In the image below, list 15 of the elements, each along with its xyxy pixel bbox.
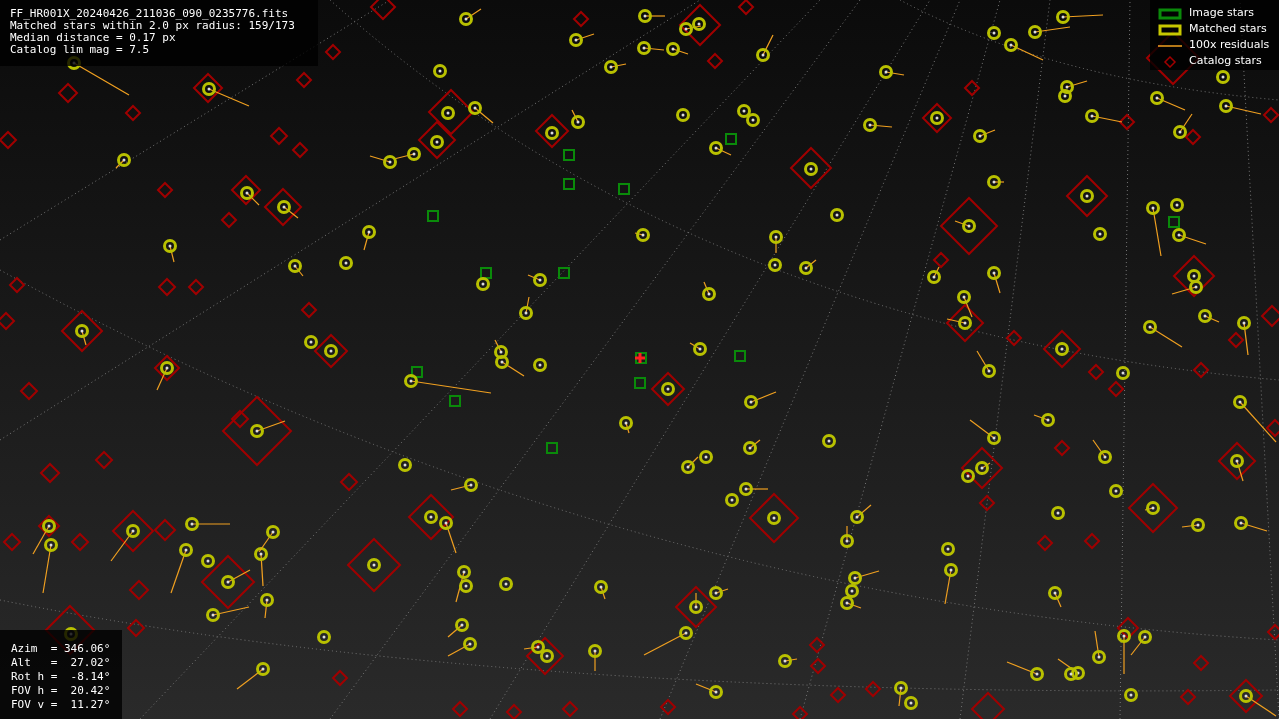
legend-label: Image stars: [1189, 5, 1254, 22]
info-text: Median distance = 0.17 px: [10, 32, 177, 44]
pointing-text: FOV v = 11.27°: [11, 698, 112, 712]
legend-label: Matched stars: [1189, 21, 1267, 38]
pointing-text: FOV h = 20.42°: [11, 684, 112, 698]
legend-label: 100x residuals: [1189, 37, 1270, 54]
pointing-text: Alt = 27.02°: [11, 656, 112, 670]
info-text: FF_HR001X_20240426_211036_090_0235776.fits: [10, 8, 290, 20]
pointing-text: Rot h = -8.14°: [11, 670, 112, 684]
matched-star-swatch-icon: [1158, 23, 1182, 36]
pointing-text: Azim = 346.06°: [11, 642, 112, 656]
info-text: Catalog lim mag = 7.5: [10, 44, 151, 56]
image-star-swatch-icon: [1158, 7, 1182, 20]
info-text: Matched stars within 2.0 px radius: 159/173: [10, 20, 296, 32]
legend-label: Catalog stars: [1189, 53, 1262, 70]
